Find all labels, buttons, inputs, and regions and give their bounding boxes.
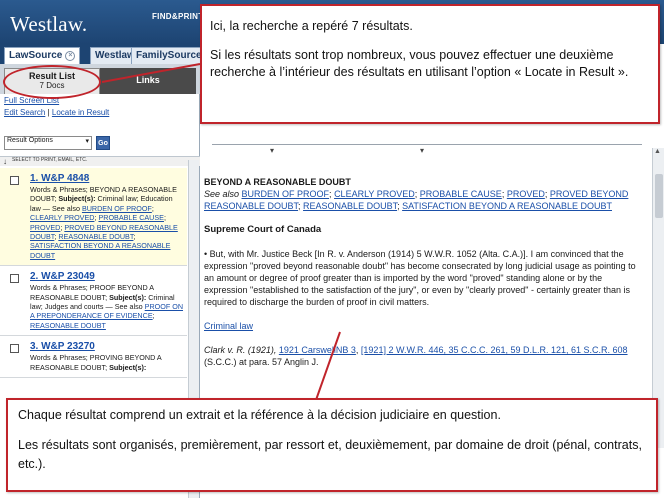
see-also-link[interactable]: CLEARLY PROVED (334, 189, 415, 199)
bottom-callout-line1: Chaque résultat comprend un extrait et l… (18, 408, 501, 422)
result-items: 1. W&P 4848 Words & Phrases; BEYOND A REA… (0, 168, 187, 379)
case-citation: Clark v. R. (1921), 1921 CarswellNB 3, [… (204, 344, 644, 368)
document-body: BEYOND A REASONABLE DOUBT See also BURDE… (204, 176, 644, 368)
scroll-thumb[interactable] (655, 174, 663, 218)
see-also-link[interactable]: REASONABLE DOUBT (58, 232, 133, 241)
citation-case-name: Clark v. R. (1921), (204, 345, 279, 355)
criminal-law-section: Criminal law (204, 320, 644, 332)
result-title-link[interactable]: 2. W&P 23049 (30, 271, 183, 283)
find-print-link[interactable]: FIND&PRINT (152, 12, 203, 21)
top-callout-line1: Ici, la recherche a repéré 7 résultats. (210, 19, 413, 33)
document-heading: BEYOND A REASONABLE DOUBT (204, 177, 351, 187)
tab-lawsource-label: LawSource (9, 50, 63, 61)
result-item: 2. W&P 23049 Words & Phrases; PROOF BEYON… (0, 266, 187, 337)
arrow-tick-icon: ▾ (270, 146, 275, 155)
court-heading: Supreme Court of Canada (204, 224, 322, 235)
tab-westlaw-label: Westlaw (95, 50, 135, 61)
result-checkbox[interactable] (10, 274, 19, 284)
top-callout-line2: Si les résultats sont trop nombreux, vou… (210, 48, 629, 79)
result-options-value: Result Options (7, 137, 53, 144)
see-also-link[interactable]: REASONABLE DOUBT (303, 201, 397, 211)
result-options-select[interactable]: Result Options ▾ (4, 136, 92, 150)
close-tab-icon[interactable]: × (65, 51, 76, 61)
result-item: 1. W&P 4848 Words & Phrases; BEYOND A REA… (0, 168, 187, 267)
see-also-link[interactable]: PROVED (30, 223, 60, 232)
result-checkbox[interactable] (10, 176, 19, 185)
excerpt-paragraph: • But, with Mr. Justice Beck [In R. v. A… (204, 249, 636, 307)
see-also: See also BURDEN OF PROOF; CLEARLY PROVED… (204, 188, 644, 212)
result-title-link[interactable]: 3. W&P 23270 (30, 341, 183, 353)
see-also-link[interactable]: BURDEN OF PROOF (82, 204, 152, 213)
see-also-link[interactable]: PROBABLE CAUSE (420, 189, 502, 199)
see-also-link[interactable]: REASONABLE DOUBT (30, 321, 106, 330)
tab-bar: LawSource × Westlaw FamilySource (0, 44, 207, 64)
links-tab[interactable]: Links (100, 68, 196, 94)
bottom-callout-line2: Les résultats sont organisés, premièreme… (18, 438, 642, 471)
see-also-links: BURDEN OF PROOF; CLEARLY PROVED; PROBABL… (204, 189, 629, 211)
result-title-link[interactable]: 1. W&P 4848 (30, 173, 183, 185)
document-separator (212, 144, 642, 145)
select-hint-text: SELECT TO PRINT, EMAIL, ETC. (12, 157, 88, 163)
result-item: 3. W&P 23270 Words & Phrases; PROVING BEY… (0, 336, 187, 379)
see-also-link[interactable]: PROBABLE CAUSE (98, 213, 164, 222)
criminal-law-link[interactable]: Criminal law (204, 321, 253, 331)
see-also-link[interactable]: PROVED (507, 189, 545, 199)
down-arrow-icon: ↓ (3, 157, 7, 166)
tab-lawsource[interactable]: LawSource × (4, 47, 81, 64)
scroll-up-icon[interactable]: ▲ (654, 148, 661, 155)
locate-in-result-link[interactable]: Locate in Result (52, 108, 109, 117)
westlaw-logo: Westlaw. (10, 12, 88, 36)
see-also-link[interactable]: CLEARLY PROVED (30, 213, 94, 222)
tab-familysource-label: FamilySource (136, 50, 202, 61)
subject-label: Subject(s): (58, 194, 96, 204)
select-hint: ↓ SELECT TO PRINT, EMAIL, ETC. (0, 156, 200, 166)
see-also-link[interactable]: BURDEN OF PROOF (242, 189, 330, 199)
result-checkbox[interactable] (10, 344, 19, 354)
see-also-label: See also (204, 189, 242, 199)
carswell-citation-link[interactable]: 1921 CarswellNB 3 (279, 345, 356, 355)
tab-familysource[interactable]: FamilySource (131, 47, 207, 64)
edit-search-link[interactable]: Edit Search (4, 108, 45, 117)
top-callout: Ici, la recherche a repéré 7 résultats. … (200, 4, 660, 124)
result-list-highlight-ellipse (3, 65, 101, 99)
chevron-down-icon: ▾ (85, 138, 89, 145)
citation-pinpoint: (S.C.C.) at para. 57 Anglin J. (204, 357, 319, 367)
report-citation-link[interactable]: [1921] 2 W.W.R. 446, 35 C.C.C. 261, 59 D… (361, 345, 628, 355)
see-also-link[interactable]: SATISFACTION BEYOND A REASONABLE DOUBT (30, 241, 170, 259)
bottom-callout: Chaque résultat comprend un extrait et l… (6, 398, 658, 492)
arrow-tick-icon: ▾ (420, 146, 425, 155)
go-button[interactable]: Go (96, 136, 110, 150)
link-separator: | (47, 108, 50, 117)
subject-label: Subject(s): (109, 362, 147, 372)
see-also-link[interactable]: SATISFACTION BEYOND A REASONABLE DOUBT (402, 201, 612, 211)
subject-label: Subject(s): (109, 292, 147, 302)
